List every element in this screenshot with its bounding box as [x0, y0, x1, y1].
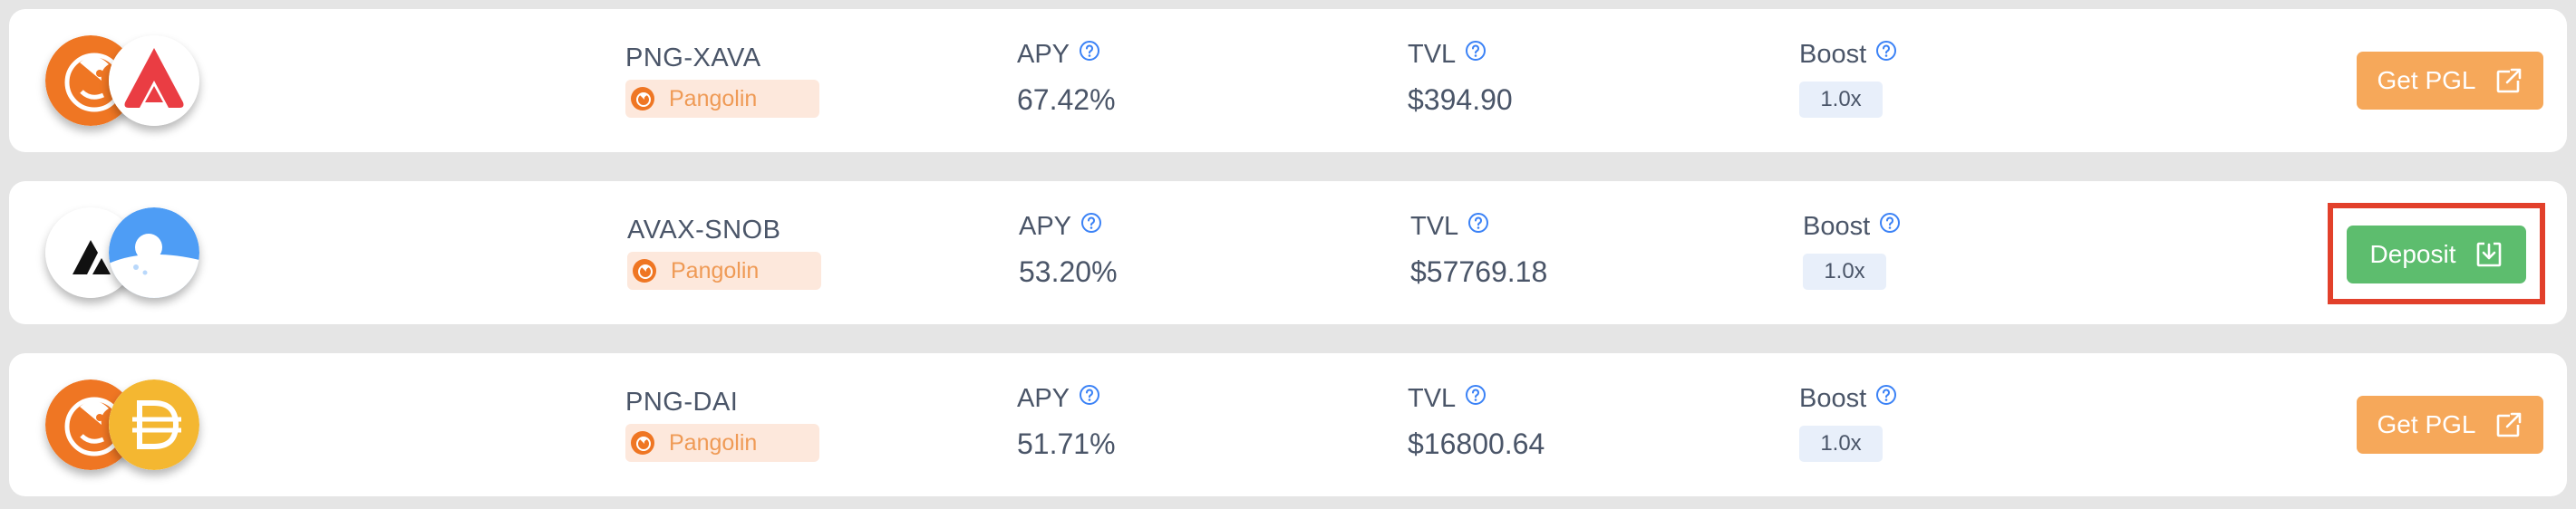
- apy-value: 67.42%: [1017, 83, 1116, 116]
- get-pgl-button[interactable]: Get PGL: [2357, 396, 2543, 454]
- help-circle-icon[interactable]: [1467, 212, 1489, 234]
- help-circle-icon[interactable]: [1465, 384, 1487, 406]
- get-pgl-button[interactable]: Get PGL: [2357, 52, 2543, 110]
- help-circle-icon[interactable]: [1079, 40, 1100, 62]
- pool-row-png-xava: PNG-XAVA Pangolin APY 67.42% TVL $394.90…: [9, 9, 2567, 152]
- platform-badge: Pangolin: [625, 80, 819, 118]
- pangolin-icon: [631, 87, 654, 110]
- apy-label: APY: [1019, 212, 1072, 241]
- platform-name: Pangolin: [669, 429, 758, 456]
- tvl-label: TVL: [1408, 384, 1457, 413]
- tvl-value: $394.90: [1408, 83, 1513, 116]
- pair-name: PNG-DAI: [625, 388, 739, 417]
- boost-label: Boost: [1799, 40, 1867, 69]
- help-circle-icon[interactable]: [1875, 40, 1897, 62]
- help-circle-icon[interactable]: [1879, 212, 1901, 234]
- token-pair-icons: [36, 31, 218, 130]
- help-circle-icon[interactable]: [1465, 40, 1487, 62]
- pool-row-png-dai: PNG-DAI Pangolin APY 51.71% TVL $16800.6…: [9, 353, 2567, 496]
- download-icon: [2477, 242, 2502, 267]
- help-circle-icon[interactable]: [1080, 212, 1102, 234]
- boost-value: 1.0x: [1803, 254, 1886, 290]
- boost-label: Boost: [1799, 384, 1867, 413]
- platform-badge: Pangolin: [627, 252, 821, 290]
- external-link-icon: [2497, 68, 2523, 93]
- pangolin-icon: [633, 259, 656, 283]
- tvl-label: TVL: [1408, 40, 1457, 69]
- boost-value: 1.0x: [1799, 82, 1883, 118]
- pangolin-icon: [631, 431, 654, 455]
- tvl-value: $16800.64: [1408, 427, 1545, 460]
- token-pair-icons: [36, 203, 218, 303]
- platform-name: Pangolin: [669, 85, 758, 111]
- pair-name: PNG-XAVA: [625, 43, 761, 72]
- dai-token-icon: [109, 379, 199, 470]
- get-pgl-label: Get PGL: [2377, 66, 2476, 94]
- platform-name: Pangolin: [671, 257, 760, 283]
- snob-token-icon: [109, 207, 199, 298]
- apy-value: 53.20%: [1019, 255, 1118, 288]
- help-circle-icon[interactable]: [1875, 384, 1897, 406]
- external-link-icon: [2497, 412, 2523, 437]
- pool-row-avax-snob: AVAX-SNOB Pangolin APY 53.20% TVL $57769…: [9, 181, 2567, 324]
- apy-value: 51.71%: [1017, 427, 1116, 460]
- help-circle-icon[interactable]: [1079, 384, 1100, 406]
- pair-name: AVAX-SNOB: [627, 216, 781, 245]
- apy-label: APY: [1017, 40, 1070, 69]
- get-pgl-label: Get PGL: [2377, 410, 2476, 438]
- token-pair-icons: [36, 375, 218, 475]
- deposit-button[interactable]: Deposit: [2347, 226, 2526, 283]
- tvl-value: $57769.18: [1410, 255, 1548, 288]
- platform-badge: Pangolin: [625, 424, 819, 462]
- boost-label: Boost: [1803, 212, 1871, 241]
- boost-value: 1.0x: [1799, 426, 1883, 462]
- deposit-label: Deposit: [2369, 240, 2456, 268]
- apy-label: APY: [1017, 384, 1070, 413]
- xava-token-icon: [109, 35, 199, 126]
- tvl-label: TVL: [1410, 212, 1459, 241]
